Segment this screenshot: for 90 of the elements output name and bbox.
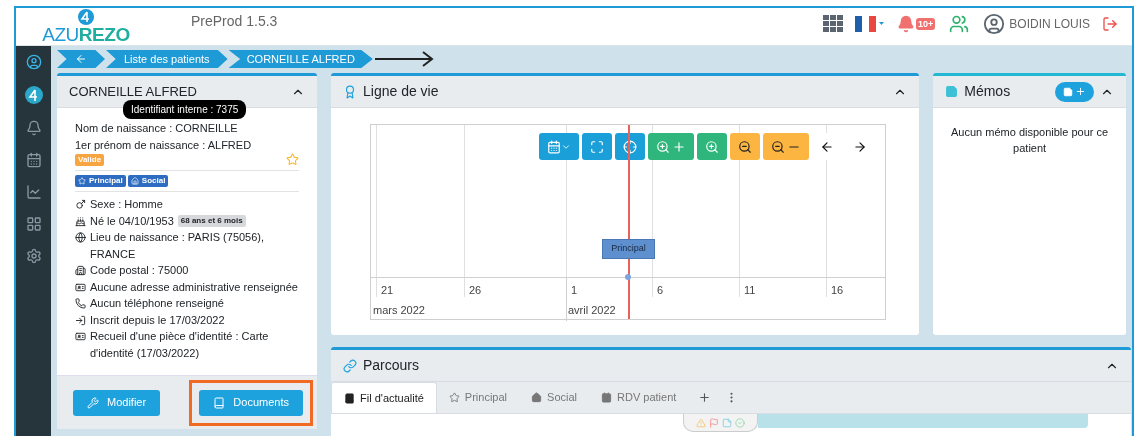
info-line: Inscrit depuis le 17/03/2022 [90,312,225,328]
tag-label: Principal [89,175,123,187]
logout-icon[interactable] [1102,15,1118,32]
day-label: 16 [831,283,844,298]
fullscreen-icon [590,139,604,154]
login-icon [75,314,86,326]
zoom-out-icon [771,139,801,154]
info-line: Aucun téléphone renseigné [90,296,224,311]
timeline-point [625,274,631,280]
user-avatar-icon [983,12,1006,35]
timeline-tool-button[interactable] [539,133,579,160]
day-label: 26 [469,283,482,298]
zoom-in-icon [705,139,719,154]
timeline-tool-button[interactable] [615,133,645,160]
empty-message: Aucun mémo disponible pour ce patient [950,125,1110,156]
version-label: PreProd 1.5.3 [191,12,278,31]
star-icon [448,392,460,403]
back-button[interactable] [57,50,105,68]
link-icon [343,358,357,373]
breadcrumb-item[interactable]: Liste des patients [106,50,228,68]
plus-icon [698,391,712,404]
home-icon [130,177,139,185]
sidebar-table-icon[interactable] [25,216,42,232]
timeline-tool-button[interactable] [730,133,760,160]
info-line: Lieu de naissance : PARIS (75056), FRANCE [90,230,266,262]
name-line: 1er prénom de naissance : ALFRED [75,137,253,153]
flag-dropdown-icon[interactable] [855,15,886,32]
sidebar-user-icon[interactable] [25,54,42,70]
user-name[interactable]: BOIDIN LOUIS [1009,14,1090,33]
age-badge: 68 ans et 6 mois [177,214,246,227]
info-line: Né le 04/10/1953 [90,213,174,229]
timeline-item[interactable]: Principal [602,239,655,259]
arrow-right-icon [853,139,867,154]
wrench-icon [87,396,99,409]
info-line: Sexe : Homme [90,197,163,212]
timeline-tool-button[interactable] [763,133,809,160]
zoom-out-icon [738,139,752,154]
month-label: mars 2022 [373,303,425,318]
tab[interactable]: Fil d'actualité [331,382,437,413]
tab[interactable]: Principal [436,382,520,413]
card-title: Ligne de vie [363,82,439,101]
phone-icon [75,298,86,309]
card-title: Mémos [964,82,1011,101]
annotation-arrow [374,50,435,68]
note-icon [945,85,959,98]
globe-icon [75,232,86,243]
sidebar-logo-icon[interactable] [24,86,43,104]
info-line: Aucune adresse administrative renseignée [90,279,298,295]
star-icon [78,177,86,185]
plus-icon [1075,86,1086,97]
day-label: 1 [571,283,578,298]
breadcrumb-item[interactable]: CORNEILLE ALFRED [228,50,373,68]
day-label: 11 [744,283,756,298]
day-label: 21 [381,283,394,298]
patient-name-title: CORNEILLE ALFRED [69,82,197,101]
sidebar-chart-icon[interactable] [25,184,42,200]
info-line: Code postal : 75000 [90,263,189,278]
favorite-star-icon[interactable] [286,153,299,166]
card-icon [75,331,86,342]
day-label: 6 [657,283,664,298]
city-icon [75,265,86,276]
sidebar-calendar-icon[interactable] [25,152,42,168]
apps-grid-icon[interactable] [823,14,844,33]
tab[interactable]: Social [519,382,589,413]
status-badge: Valide [75,153,105,166]
tag-label: Social [141,175,166,187]
logo-text: AZUREZO [42,24,130,45]
info-line: Recueil d'une pièce d'identité : Carte d'identité (17/03/2022) [90,329,270,361]
edit-button[interactable]: Modifier [73,389,161,416]
tooltip: Identifiant interne : 7375 [123,100,247,119]
name-line: Nom de naissance : CORNEILLE [75,121,239,136]
sex-icon [75,199,86,210]
documents-button[interactable]: Documents [199,389,303,416]
add-memo-button[interactable] [1055,81,1094,102]
tab[interactable]: RDV patient [589,382,689,413]
birth-icon [75,215,86,227]
home-icon [531,392,543,403]
crosshair-icon [623,139,637,154]
zoom-in-icon [656,139,686,154]
bell-icon[interactable] [897,13,916,34]
card-icon [75,281,86,293]
ribbon-icon [343,84,357,99]
sidebar-bell-icon[interactable] [25,120,42,136]
note-icon [1063,86,1073,97]
arrow-left-icon [75,53,87,65]
arrow-left-icon [820,139,834,154]
sidebar-settings-icon[interactable] [25,248,42,264]
month-label: avril 2022 [568,303,616,318]
notification-count: 10+ [916,17,936,30]
card-title: Parcours [363,356,420,375]
